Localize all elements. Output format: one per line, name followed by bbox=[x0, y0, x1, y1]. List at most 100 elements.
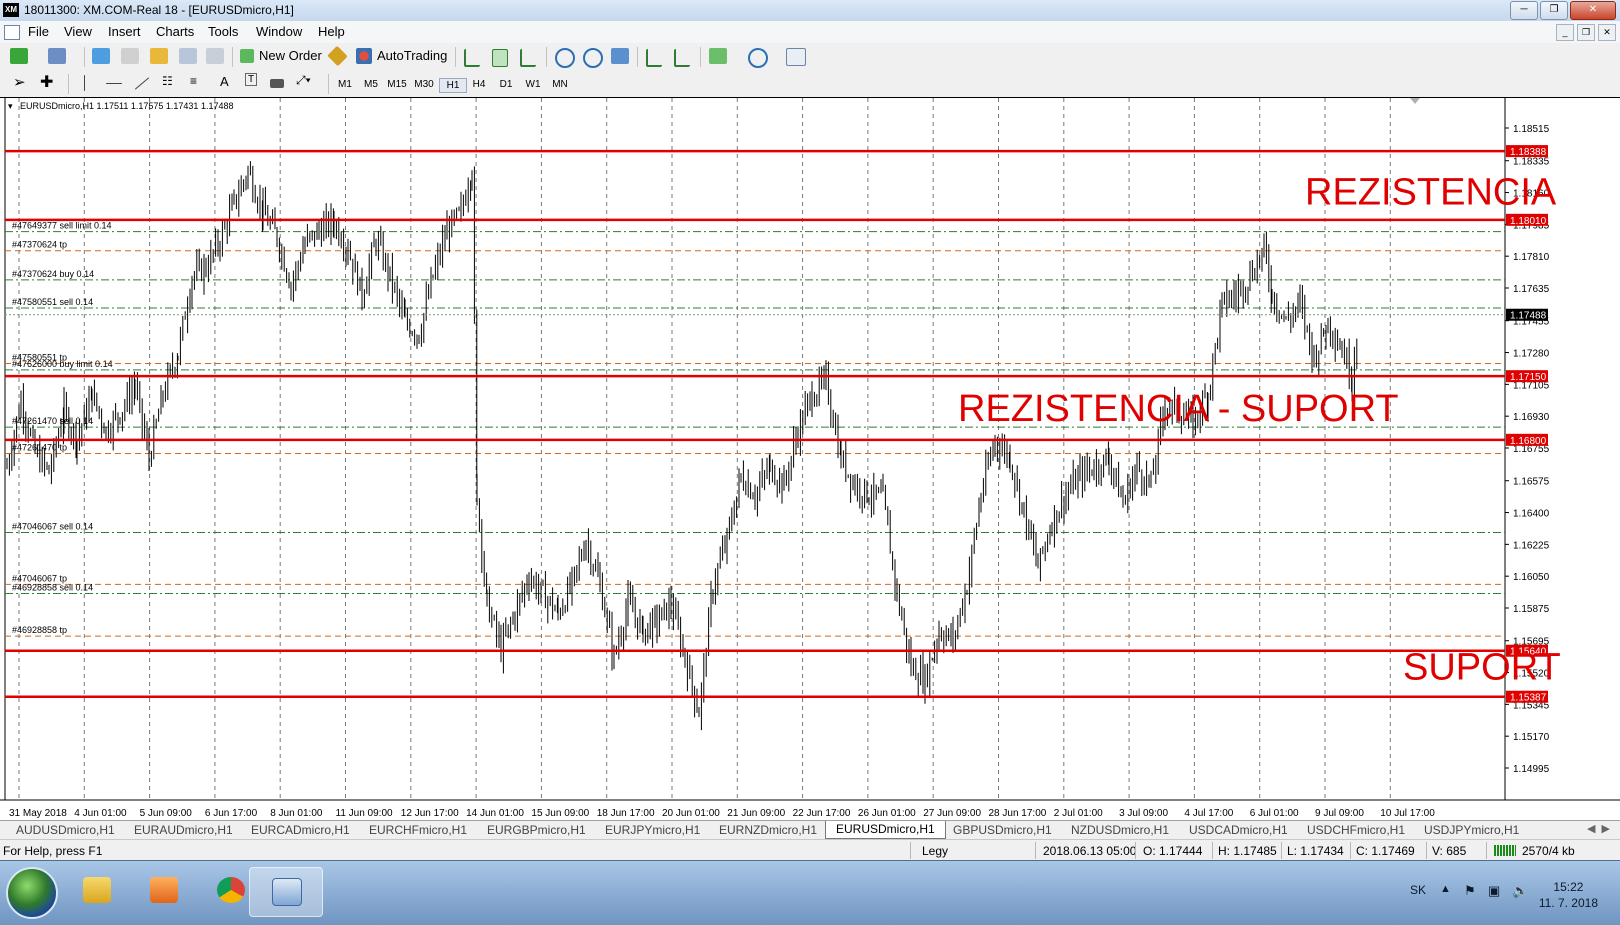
volume-icon[interactable]: 🔈 bbox=[1512, 883, 1528, 899]
tab-eurgbp[interactable]: EURGBPmicro,H1 bbox=[487, 823, 586, 837]
price-chart[interactable]: 31 May 2018 4 Jun 01:00 5 Jun 09:00 6 Jun 1… bbox=[0, 98, 1620, 821]
tab-usdcad[interactable]: USDCADmicro,H1 bbox=[1189, 823, 1288, 837]
menu-charts[interactable]: Charts bbox=[156, 24, 194, 39]
templates-icon[interactable] bbox=[786, 48, 806, 66]
timeframe-m30[interactable]: M30 bbox=[411, 78, 437, 91]
tab-eurjpy[interactable]: EURJPYmicro,H1 bbox=[605, 823, 700, 837]
taskbar-metatrader[interactable] bbox=[249, 867, 323, 917]
window-title: 18011300: XM.COM-Real 18 - [EURUSDmicro,… bbox=[24, 3, 294, 17]
menu-view[interactable]: View bbox=[64, 24, 92, 39]
menu-tools[interactable]: Tools bbox=[208, 24, 238, 39]
candlestick-chart-icon[interactable] bbox=[492, 49, 508, 67]
tab-eurusd[interactable]: EURUSDmicro,H1 bbox=[825, 821, 946, 839]
tray-chevron-icon[interactable]: ▲ bbox=[1440, 883, 1451, 895]
zoom-out-icon[interactable] bbox=[583, 48, 603, 68]
maximize-button[interactable]: ❐ bbox=[1540, 1, 1568, 20]
network-icon[interactable]: ▣ bbox=[1488, 883, 1500, 899]
tab-eurcad[interactable]: EURCADmicro,H1 bbox=[251, 823, 350, 837]
toolbar-separator bbox=[700, 47, 701, 67]
tab-scroll-arrows[interactable]: ◀ ▶ bbox=[1587, 822, 1610, 835]
timeframe-h1[interactable]: H1 bbox=[439, 78, 467, 93]
close-button[interactable]: ✕ bbox=[1570, 1, 1616, 20]
timeframe-m15[interactable]: M15 bbox=[384, 78, 410, 91]
line-chart-icon[interactable] bbox=[520, 49, 536, 67]
menu-insert[interactable]: Insert bbox=[108, 24, 141, 39]
chart-shift-icon[interactable] bbox=[674, 49, 690, 67]
tab-usdjpy[interactable]: USDJPYmicro,H1 bbox=[1424, 823, 1519, 837]
mdi-restore-button[interactable]: ❐ bbox=[1577, 24, 1595, 41]
text-icon[interactable]: A bbox=[220, 74, 229, 89]
timeframe-w1[interactable]: W1 bbox=[520, 78, 546, 91]
flag-icon[interactable]: ⚑ bbox=[1464, 883, 1476, 899]
profiles-icon[interactable] bbox=[48, 48, 66, 64]
start-button[interactable] bbox=[6, 867, 58, 919]
indicators-icon[interactable] bbox=[709, 48, 727, 64]
navigator-icon[interactable] bbox=[150, 48, 168, 64]
status-separator bbox=[1135, 842, 1136, 859]
chart-shift-marker bbox=[1410, 98, 1420, 104]
status-volume: V: 685 bbox=[1432, 844, 1467, 858]
new-chart-icon[interactable] bbox=[10, 48, 28, 64]
strategy-tester-icon[interactable] bbox=[206, 48, 224, 64]
menu-help[interactable]: Help bbox=[318, 24, 345, 39]
order-label: #47261470 sell 0.14 bbox=[12, 416, 93, 426]
fibonacci-icon[interactable]: ≡ bbox=[190, 74, 197, 88]
terminal-icon[interactable] bbox=[179, 48, 197, 64]
zoom-in-icon[interactable] bbox=[555, 48, 575, 68]
taskbar-media-player[interactable] bbox=[135, 867, 193, 915]
cursor-icon[interactable]: ➢ bbox=[13, 73, 26, 91]
tab-euraud[interactable]: EURAUDmicro,H1 bbox=[134, 823, 233, 837]
status-profile[interactable]: Legy bbox=[922, 844, 948, 858]
tile-windows-icon[interactable] bbox=[611, 48, 629, 64]
chart-window-icon[interactable] bbox=[4, 25, 20, 40]
taskbar-explorer[interactable] bbox=[68, 867, 126, 915]
arrows-icon[interactable]: ⤢▾ bbox=[296, 73, 311, 88]
minimize-button[interactable]: ─ bbox=[1510, 1, 1538, 20]
data-window-icon[interactable] bbox=[121, 48, 139, 64]
timeframe-d1[interactable]: D1 bbox=[493, 78, 519, 91]
tab-nzdusd[interactable]: NZDUSDmicro,H1 bbox=[1071, 823, 1169, 837]
status-separator bbox=[1281, 842, 1282, 859]
meta-editor-icon[interactable] bbox=[327, 45, 348, 67]
title-bar: XM 18011300: XM.COM-Real 18 - [EURUSDmic… bbox=[0, 0, 1620, 22]
status-close: C: 1.17469 bbox=[1356, 844, 1415, 858]
timeframe-m1[interactable]: M1 bbox=[332, 78, 358, 91]
y-tick-label: 1.14995 bbox=[1513, 764, 1550, 775]
periods-icon[interactable] bbox=[748, 48, 768, 68]
mdi-close-button[interactable]: ✕ bbox=[1598, 24, 1616, 41]
vertical-line-icon[interactable] bbox=[84, 75, 85, 91]
channel-icon[interactable]: ☷ bbox=[162, 74, 173, 88]
clock[interactable]: 15:22 11. 7. 2018 bbox=[1539, 879, 1598, 911]
x-tick-label: 4 Jul 17:00 bbox=[1184, 808, 1233, 819]
tab-gbpusd[interactable]: GBPUSDmicro,H1 bbox=[953, 823, 1052, 837]
timeframe-mn[interactable]: MN bbox=[547, 78, 573, 91]
metatrader-icon bbox=[272, 878, 302, 906]
x-tick-label: 9 Jul 09:00 bbox=[1315, 808, 1364, 819]
market-watch-icon[interactable] bbox=[92, 48, 110, 64]
tab-eurnzd[interactable]: EURNZDmicro,H1 bbox=[719, 823, 817, 837]
auto-trading-icon bbox=[356, 48, 372, 64]
text-label-icon[interactable]: T bbox=[245, 73, 258, 86]
new-order-label: New Order bbox=[259, 48, 322, 63]
timeframe-m5[interactable]: M5 bbox=[358, 78, 384, 91]
rectangle-icon[interactable] bbox=[270, 79, 284, 88]
tab-audusd[interactable]: AUDUSDmicro,H1 bbox=[16, 823, 115, 837]
mdi-minimize-button[interactable]: _ bbox=[1556, 24, 1574, 41]
language-indicator[interactable]: SK bbox=[1410, 883, 1426, 897]
order-label: #47626000 buy limit 0.14 bbox=[12, 359, 113, 369]
level-price-label: 1.15387 bbox=[1510, 693, 1547, 704]
bar-chart-icon[interactable] bbox=[464, 49, 480, 67]
auto-scroll-icon[interactable] bbox=[646, 49, 662, 67]
horizontal-line-icon[interactable] bbox=[106, 83, 122, 84]
crosshair-icon[interactable]: ✚ bbox=[40, 72, 53, 92]
level-price-label: 1.18388 bbox=[1510, 147, 1547, 158]
timeframe-h4[interactable]: H4 bbox=[466, 78, 492, 91]
chart-window[interactable]: 31 May 2018 4 Jun 01:00 5 Jun 09:00 6 Jun 1… bbox=[0, 97, 1620, 821]
x-tick-label: 6 Jun 17:00 bbox=[205, 808, 258, 819]
menu-file[interactable]: File bbox=[28, 24, 49, 39]
tab-eurchf[interactable]: EURCHFmicro,H1 bbox=[369, 823, 467, 837]
tab-usdchf[interactable]: USDCHFmicro,H1 bbox=[1307, 823, 1405, 837]
menu-window[interactable]: Window bbox=[256, 24, 302, 39]
annotation-label: REZISTENCIA - SUPORT bbox=[958, 388, 1399, 430]
trendline-icon[interactable] bbox=[134, 77, 150, 90]
